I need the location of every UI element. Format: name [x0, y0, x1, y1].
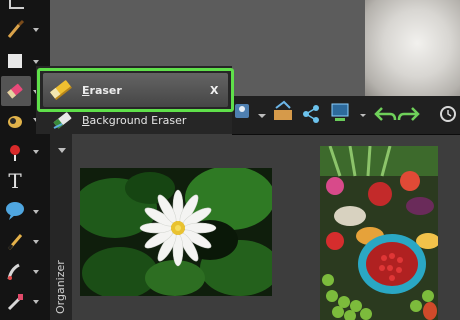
brush-icon[interactable] [4, 18, 26, 40]
enhance-icon [274, 100, 292, 120]
dropdown-arrow-icon[interactable] [33, 270, 39, 274]
eraser-icon[interactable] [4, 80, 26, 102]
eraser-menu-label: Eraser [82, 84, 122, 97]
crop-icon[interactable] [4, 0, 26, 14]
dropdown-icon [360, 114, 366, 117]
text-icon[interactable]: T [4, 170, 26, 192]
dialog-photo [365, 0, 460, 96]
tool-bar: T [0, 0, 50, 320]
background-eraser-menu-label[interactable]: Background Eraser [82, 114, 186, 127]
vegetable-market-photo[interactable] [320, 146, 438, 320]
lotus-flower-photo[interactable] [80, 168, 272, 296]
dropdown-arrow-icon[interactable] [33, 240, 39, 244]
eraser-shortcut-key: X [210, 84, 219, 97]
dropdown-arrow-icon[interactable] [33, 210, 39, 214]
dropdown-arrow-icon[interactable] [33, 28, 39, 32]
paint-bucket-icon[interactable] [4, 110, 26, 132]
redo-icon [397, 107, 420, 121]
organizer-tab-label[interactable]: Organizer [54, 260, 68, 314]
pen-icon[interactable] [4, 230, 26, 252]
speech-bubble-icon[interactable] [4, 200, 26, 222]
smudge-icon[interactable] [4, 260, 26, 282]
share-icon [303, 105, 319, 123]
chevron-down-icon[interactable] [58, 148, 66, 153]
red-eye-icon[interactable] [4, 140, 26, 162]
retouch-icon[interactable] [4, 290, 26, 312]
export-icon [331, 103, 349, 121]
shape-icon[interactable] [4, 50, 26, 72]
tool-options-bar [232, 96, 460, 135]
dropdown-arrow-icon[interactable] [33, 300, 39, 304]
background-eraser-icon [52, 110, 74, 130]
eraser-icon [48, 78, 74, 102]
dropdown-arrow-icon[interactable] [33, 60, 39, 64]
undo-icon [374, 107, 397, 121]
dropdown-arrow-icon[interactable] [33, 150, 39, 154]
history-icon [440, 106, 456, 122]
dropdown-icon [258, 114, 266, 118]
